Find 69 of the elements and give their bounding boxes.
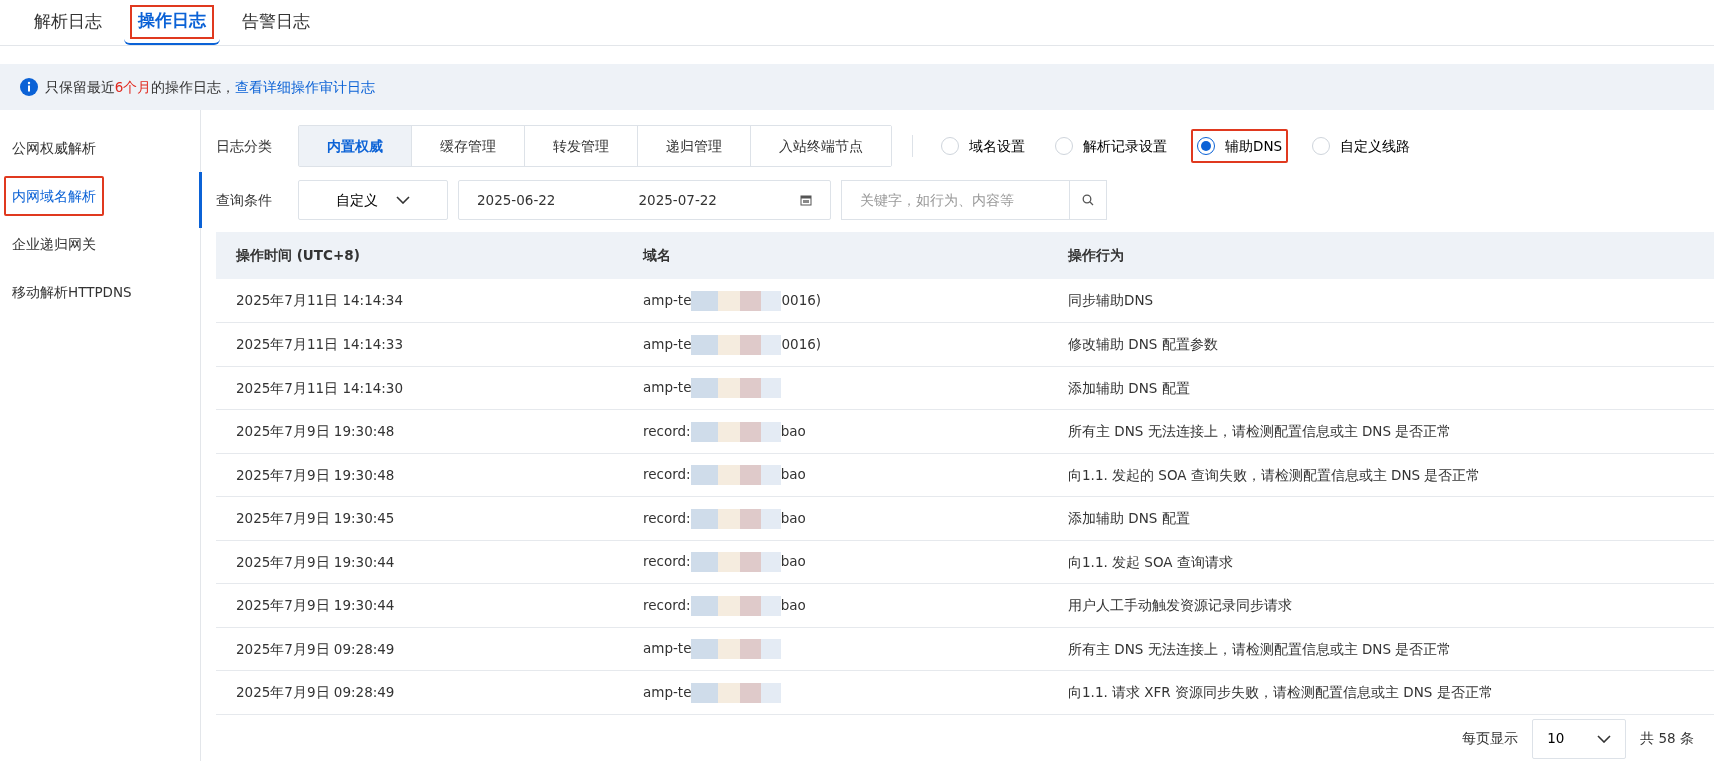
total-count: 共 58 条 [1640,729,1694,749]
table-cell: 向1.1. 发起 SOA 查询请求 [1048,540,1714,584]
table-cell: 2025年7月9日 19:30:44 [216,583,623,627]
info-icon [20,78,38,96]
search-field[interactable]: 关键字，如行为、内容等 [841,180,1069,220]
table-cell: 2025年7月9日 19:30:48 [216,409,623,453]
table-cell: 同步辅助DNS [1048,279,1714,323]
table-cell: 2025年7月9日 19:30:48 [216,453,623,497]
category-label: 日志分类 [216,136,273,156]
table-cell: 2025年7月9日 09:28:49 [216,627,623,671]
domain-text: bao [780,466,806,483]
domain-text: 0016) [781,292,822,308]
table-cell: 2025年7月9日 19:30:44 [216,540,623,584]
domain-text: amp-te [643,292,692,308]
calendar-icon [800,194,812,206]
search-icon [1082,194,1094,206]
chevron-down-icon [396,196,410,204]
per-page-label: 每页显示 [1462,729,1519,749]
table-cell: 2025年7月9日 09:28:49 [216,670,623,714]
radio-option[interactable]: 自定义线路 [1302,125,1421,167]
domain-text: record: [643,596,691,613]
table-cell: 所有主 DNS 无法连接上，请检测配置信息或主 DNS 是否正常 [1048,409,1714,453]
domain-text: amp-te [643,379,692,396]
table-cell: 添加辅助 DNS 配置 [1048,366,1714,410]
table-cell: 2025年7月11日 14:14:34 [216,279,623,323]
query-label: 查询条件 [216,190,273,210]
domain-text: bao [780,553,806,570]
domain-text: record: [643,466,691,483]
tab[interactable]: 解析日志 [20,0,116,45]
radio-option[interactable]: 解析记录设置 [1045,125,1177,167]
domain-text: bao [780,596,806,613]
date-range-field[interactable]: 2025-06-22 2025-07-22 [458,180,831,220]
sidebar-item[interactable]: 内网域名解析 [0,172,108,220]
domain-text: record: [643,422,691,439]
domain-text: 0016) [781,335,822,352]
chevron-down-icon [1597,734,1612,743]
column-header: 操作行为 [1048,232,1714,279]
sidebar-item[interactable]: 移动解析HTTPDNS [0,268,144,316]
tab[interactable]: 操作日志 [124,0,220,45]
domain-text: amp-te [643,640,692,657]
table-cell: 向1.1. 请求 XFR 资源同步失败，请检测配置信息或主 DNS 是否正常 [1048,670,1714,714]
column-header: 操作时间 (UTC+8) [216,232,623,279]
table-cell: 所有主 DNS 无法连接上，请检测配置信息或主 DNS 是否正常 [1048,627,1714,671]
category-tab[interactable]: 内置权威 [299,126,412,166]
table-cell: 2025年7月9日 19:30:45 [216,496,623,540]
table-cell: 向1.1. 发起的 SOA 查询失败，请检测配置信息或主 DNS 是否正常 [1048,453,1714,497]
search-button[interactable] [1069,180,1107,220]
domain-text: record: [643,509,691,526]
table-cell: 2025年7月11日 14:14:30 [216,366,623,410]
radio-option[interactable]: 辅助DNS [1187,125,1293,167]
table-cell: 2025年7月11日 14:14:33 [216,322,623,366]
page-size-dropdown[interactable]: 10 [1532,718,1627,759]
table-cell: 修改辅助 DNS 配置参数 [1048,322,1714,366]
sidebar-item[interactable]: 企业递归网关 [0,220,108,268]
tab[interactable]: 告警日志 [228,0,324,45]
domain-text: record: [643,553,691,570]
domain-text: amp-te [643,335,692,352]
domain-text: bao [780,422,806,439]
range-dropdown[interactable]: 自定义 [298,180,448,220]
domain-text: bao [780,509,806,526]
table-cell: 添加辅助 DNS 配置 [1048,496,1714,540]
radio-button[interactable] [1197,137,1215,155]
column-header: 域名 [623,232,1048,279]
sidebar-item[interactable]: 公网权威解析 [0,124,108,172]
table-cell: 用户人工手动触发资源记录同步请求 [1048,583,1714,627]
notice-text: 只保留最近6个月的操作日志， [44,77,236,97]
radio-option[interactable]: 域名设置 [931,125,1035,167]
audit-log-link[interactable]: 查看详细操作审计日志 [235,76,376,98]
domain-text: amp-te [643,683,692,700]
